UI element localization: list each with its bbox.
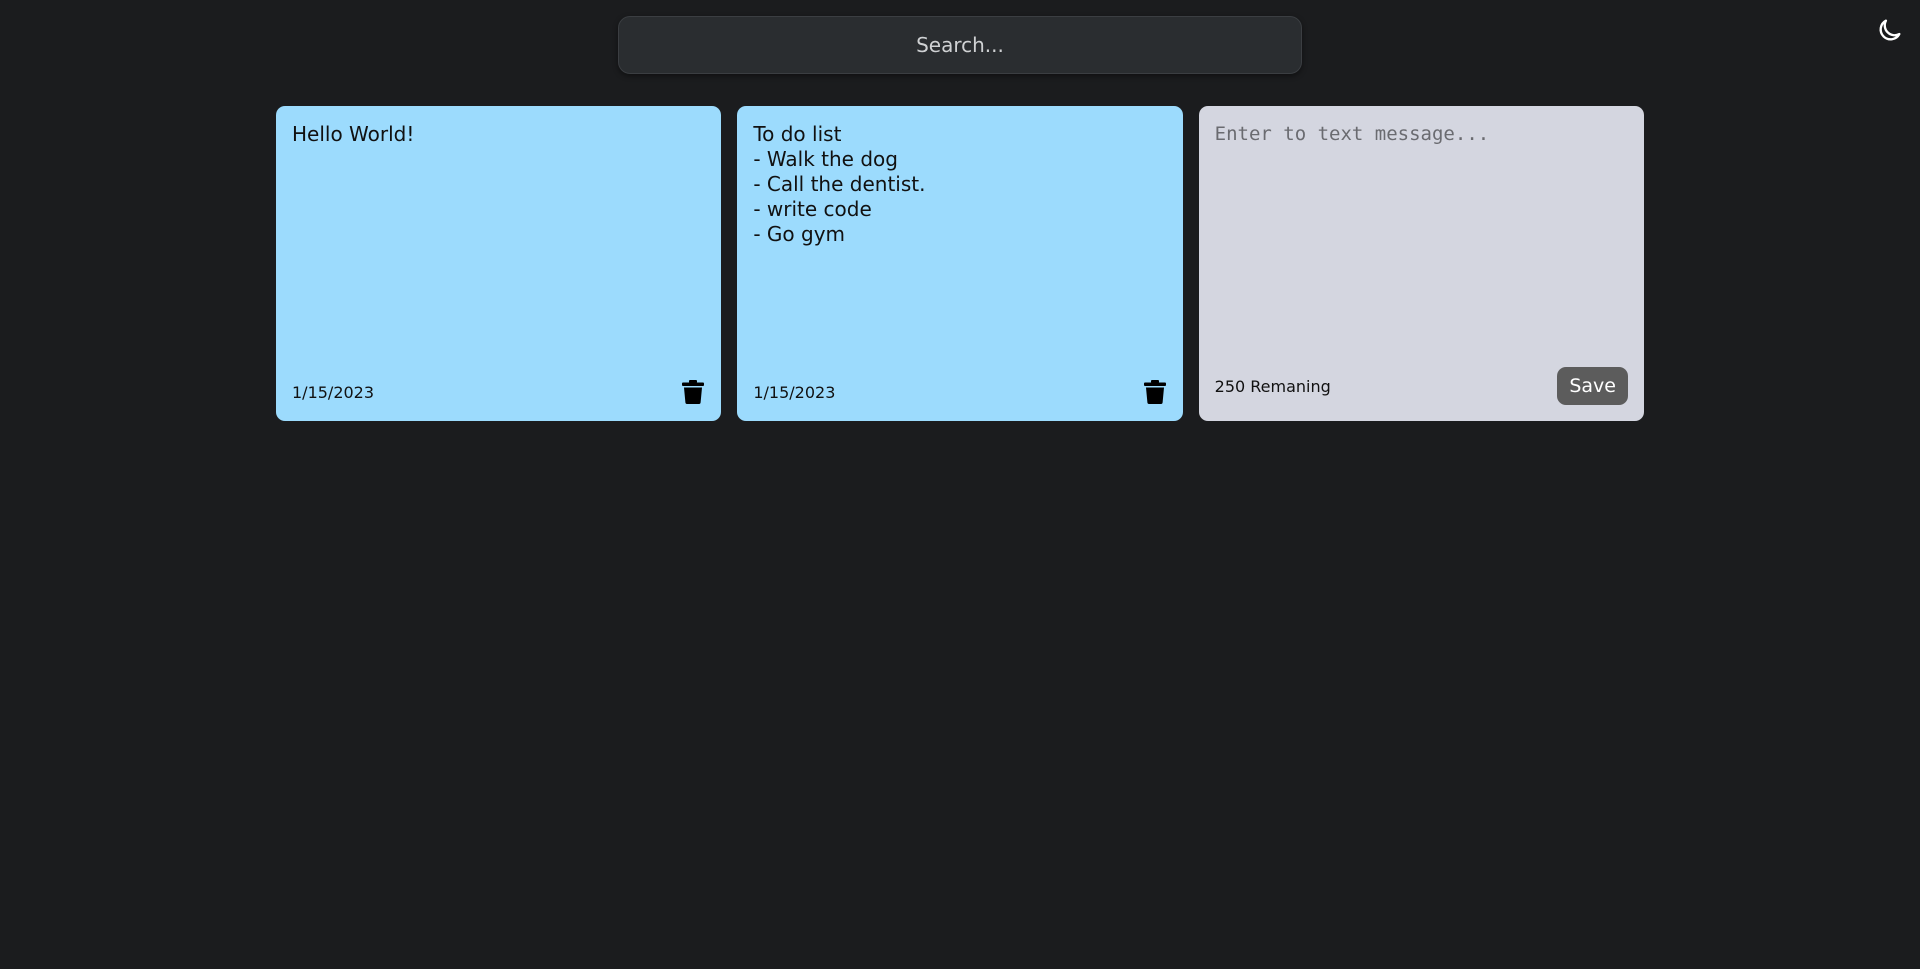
note-card: Hello World! 1/15/2023 — [276, 106, 722, 421]
theme-toggle-button[interactable] — [1874, 14, 1906, 46]
note-footer: 1/15/2023 — [292, 379, 705, 405]
new-note-card: 250 Remaning Save — [1198, 106, 1644, 421]
notes-list: Hello World! 1/15/2023 To do list - Walk… — [276, 106, 1644, 421]
delete-note-button[interactable] — [681, 379, 705, 405]
search-bar — [618, 16, 1302, 74]
note-card: To do list - Walk the dog - Call the den… — [737, 106, 1183, 421]
note-date: 1/15/2023 — [292, 382, 375, 402]
new-note-footer: 250 Remaning Save — [1215, 367, 1628, 405]
trash-icon — [682, 380, 705, 404]
trash-icon — [1143, 380, 1166, 404]
note-footer: 1/15/2023 — [753, 379, 1166, 405]
new-note-textarea[interactable] — [1214, 122, 1628, 352]
save-button[interactable]: Save — [1557, 367, 1628, 405]
moon-icon — [1879, 19, 1901, 41]
remaining-characters: 250 Remaning — [1214, 376, 1331, 396]
search-input[interactable] — [618, 16, 1302, 74]
note-date: 1/15/2023 — [753, 382, 836, 402]
delete-note-button[interactable] — [1143, 379, 1167, 405]
note-text: Hello World! — [292, 122, 415, 146]
note-text: To do list - Walk the dog - Call the den… — [753, 122, 926, 246]
